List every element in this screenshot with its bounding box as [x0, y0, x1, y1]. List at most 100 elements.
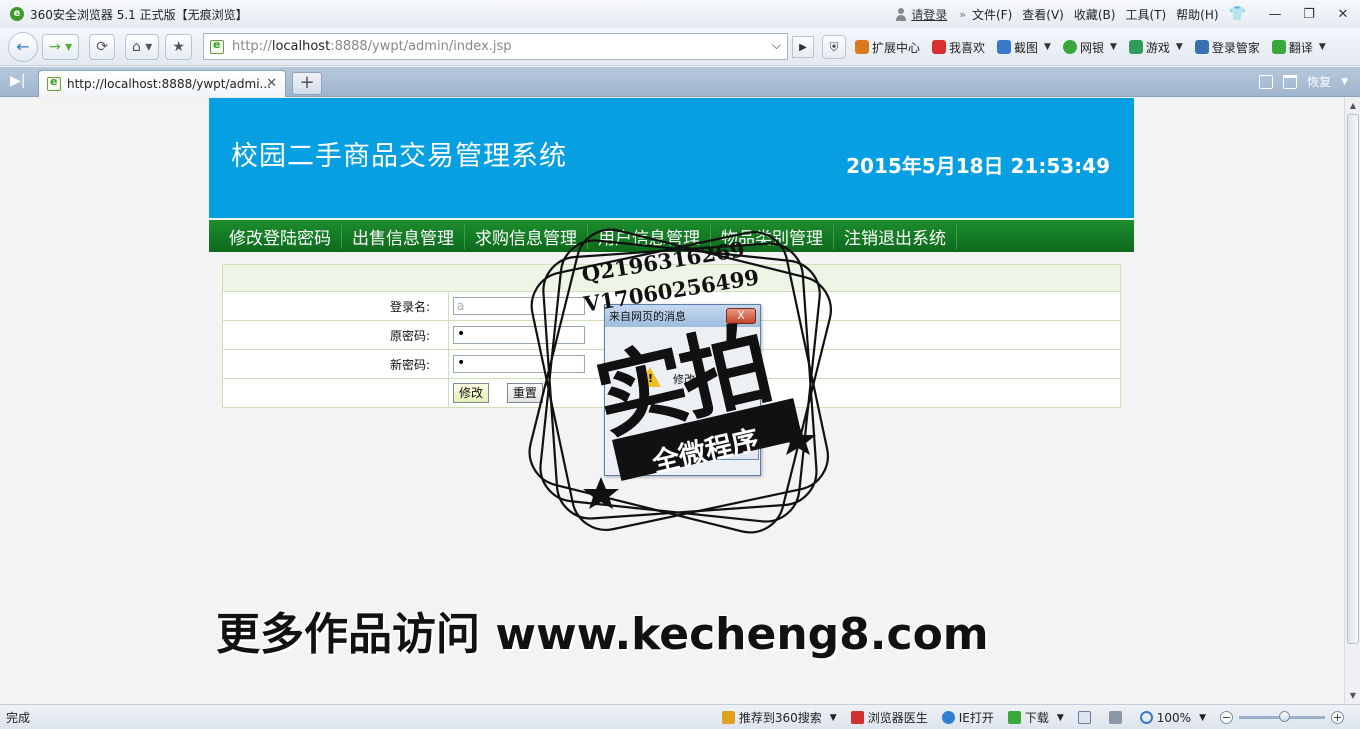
tool-login-manager[interactable]: 登录管家 — [1194, 39, 1260, 56]
chevron-down-icon: ▼ — [1056, 712, 1064, 723]
tab-favicon-icon — [47, 75, 61, 91]
menu-view[interactable]: 查看(V) — [1022, 6, 1064, 23]
status-volume[interactable] — [1108, 711, 1126, 724]
menu-tools[interactable]: 工具(T) — [1125, 6, 1166, 23]
site-menu-change-password[interactable]: 修改登陆密码 — [209, 223, 342, 249]
speaker-icon — [1108, 711, 1122, 724]
tool-label: 截图 — [1014, 40, 1039, 55]
tab-bar-right: 恢复 ▼ — [1259, 73, 1348, 90]
thumbs-up-icon — [721, 711, 735, 724]
gamepad-icon — [1128, 40, 1143, 54]
window-mode-icon — [1077, 711, 1091, 724]
username-label: 登录名: — [222, 291, 449, 321]
new-password-label: 新密码: — [222, 349, 449, 379]
page-scrollbar[interactable]: ▲ ▼ — [1344, 98, 1360, 704]
old-password-label: 原密码: — [222, 320, 449, 350]
trash-icon[interactable] — [1283, 74, 1298, 89]
sidebar-toggle-icon[interactable]: ▶| — [10, 73, 25, 89]
new-tab-button[interactable]: + — [292, 72, 322, 95]
key-icon — [1194, 40, 1209, 54]
status-download[interactable]: 下载 ▼ — [1007, 709, 1064, 726]
page-favicon-icon — [210, 38, 224, 54]
site-title: 校园二手商品交易管理系统 — [231, 141, 567, 172]
tab-title: http://localhost:8888/ywpt/admi... — [67, 77, 271, 91]
zoom-slider[interactable]: − + — [1220, 711, 1344, 724]
toolbar-extensions: 扩展中心 我喜欢 截图 ▼ 网银 ▼ 游戏 ▼ 登录管家 翻译 ▼ — [855, 28, 1338, 66]
chevron-down-icon[interactable]: ▼ — [1341, 77, 1348, 87]
address-bar[interactable]: http://localhost:8888/ywpt/admin/index.j… — [203, 33, 788, 60]
favorite-star-button[interactable]: ★ — [165, 33, 192, 60]
person-icon — [895, 7, 907, 21]
scroll-down-icon[interactable]: ▼ — [1347, 690, 1359, 702]
menu-file[interactable]: 文件(F) — [972, 6, 1012, 23]
status-text: 完成 — [6, 710, 31, 725]
login-link[interactable]: 请登录 — [895, 6, 947, 23]
actions-empty-cell — [222, 378, 449, 408]
skin-shirt-icon[interactable]: 👕 — [1229, 6, 1246, 22]
tool-translate[interactable]: 翻译 ▼ — [1271, 39, 1326, 56]
scroll-up-icon[interactable]: ▲ — [1347, 100, 1359, 112]
zoom-in-icon[interactable]: + — [1331, 711, 1344, 724]
status-item-label: 浏览器医生 — [867, 711, 928, 725]
status-item-label: IE打开 — [958, 711, 994, 725]
back-button[interactable]: ← — [8, 31, 38, 62]
refresh-button[interactable]: ⟳ — [89, 33, 115, 60]
status-window-mode[interactable] — [1077, 711, 1095, 724]
menu-favorites[interactable]: 收藏(B) — [1074, 6, 1116, 23]
heart-icon — [932, 40, 947, 54]
status-browser-doctor[interactable]: 浏览器医生 — [850, 709, 928, 726]
tab-close-icon[interactable]: ✕ — [266, 76, 277, 91]
status-recommend-search[interactable]: 推荐到360搜索 ▼ — [721, 709, 837, 726]
status-item-label: 推荐到360搜索 — [738, 711, 822, 725]
close-window-button[interactable]: ✕ — [1326, 3, 1360, 25]
address-url[interactable]: http://localhost:8888/ywpt/admin/index.j… — [232, 39, 512, 54]
chevron-down-icon: ▼ — [1175, 42, 1183, 52]
security-shield-button[interactable]: ⛨ — [822, 35, 846, 59]
submit-button[interactable]: 修改 — [453, 383, 490, 403]
tab-bar: ▶| http://localhost:8888/ywpt/admi... ✕ … — [0, 67, 1360, 97]
navigation-bar: ← → ▾ ⟳ ⌂ ▾ ★ http://localhost:8888/ywpt… — [0, 28, 1360, 66]
tool-like[interactable]: 我喜欢 — [932, 39, 985, 56]
download-arrow-icon — [1007, 711, 1021, 724]
home-button[interactable]: ⌂ ▾ — [124, 33, 160, 60]
go-button[interactable]: ▶ — [792, 36, 814, 58]
translate-icon — [1271, 40, 1286, 54]
minimize-button[interactable]: — — [1258, 3, 1292, 25]
url-scheme: http:// — [232, 39, 272, 54]
site-menu-sale-info[interactable]: 出售信息管理 — [342, 223, 465, 249]
menu-help[interactable]: 帮助(H) — [1176, 6, 1218, 23]
tool-label: 登录管家 — [1211, 40, 1260, 55]
url-host: localhost — [271, 39, 331, 54]
window-titlebar: e 360安全浏览器 5.1 正式版【无痕浏览】 请登录 » 文件(F) 查看(… — [0, 0, 1360, 28]
window-list-icon[interactable] — [1259, 74, 1274, 89]
menu-expand-icon[interactable]: » — [959, 8, 966, 21]
window-title: 360安全浏览器 5.1 正式版【无痕浏览】 — [30, 7, 248, 22]
title-right-area: 请登录 » 文件(F) 查看(V) 收藏(B) 工具(T) 帮助(H) 👕 — … — [895, 0, 1360, 28]
browser-logo-icon: e — [10, 7, 24, 21]
tool-games[interactable]: 游戏 ▼ — [1128, 39, 1183, 56]
status-open-ie[interactable]: IE打开 — [941, 709, 994, 726]
watermark-promo-text: 更多作品访问 www.kecheng8.com — [216, 609, 989, 660]
status-zoom[interactable]: 100% ▼ — [1139, 711, 1206, 725]
zoom-track[interactable] — [1239, 711, 1325, 722]
tool-screenshot[interactable]: 截图 ▼ — [997, 39, 1051, 56]
ie-icon — [941, 711, 955, 724]
tab-active[interactable]: http://localhost:8888/ywpt/admi... ✕ — [38, 70, 286, 97]
scissors-icon — [997, 40, 1012, 54]
tool-netbank[interactable]: 网银 ▼ — [1062, 39, 1117, 56]
url-path: :8888/ywpt/admin/index.jsp — [330, 39, 512, 54]
chevron-down-icon: ▼ — [1318, 42, 1326, 52]
site-menu-logout[interactable]: 注销退出系统 — [834, 223, 957, 249]
chevron-down-icon: ▼ — [829, 712, 837, 723]
zoom-knob[interactable] — [1279, 711, 1290, 722]
address-dropdown-icon[interactable]: ⌵ — [772, 38, 781, 53]
chevron-down-icon: ▼ — [1109, 42, 1117, 52]
status-item-label: 下载 — [1024, 711, 1049, 725]
restore-closed-tab[interactable]: 恢复 — [1307, 73, 1331, 90]
forward-button[interactable]: → ▾ — [42, 33, 80, 60]
tool-extensions-center[interactable]: 扩展中心 — [855, 39, 920, 56]
zoom-out-icon[interactable]: − — [1220, 711, 1233, 724]
scroll-thumb[interactable] — [1347, 114, 1359, 644]
maximize-button[interactable]: ❐ — [1292, 3, 1326, 25]
extension-cube-icon — [855, 40, 869, 54]
